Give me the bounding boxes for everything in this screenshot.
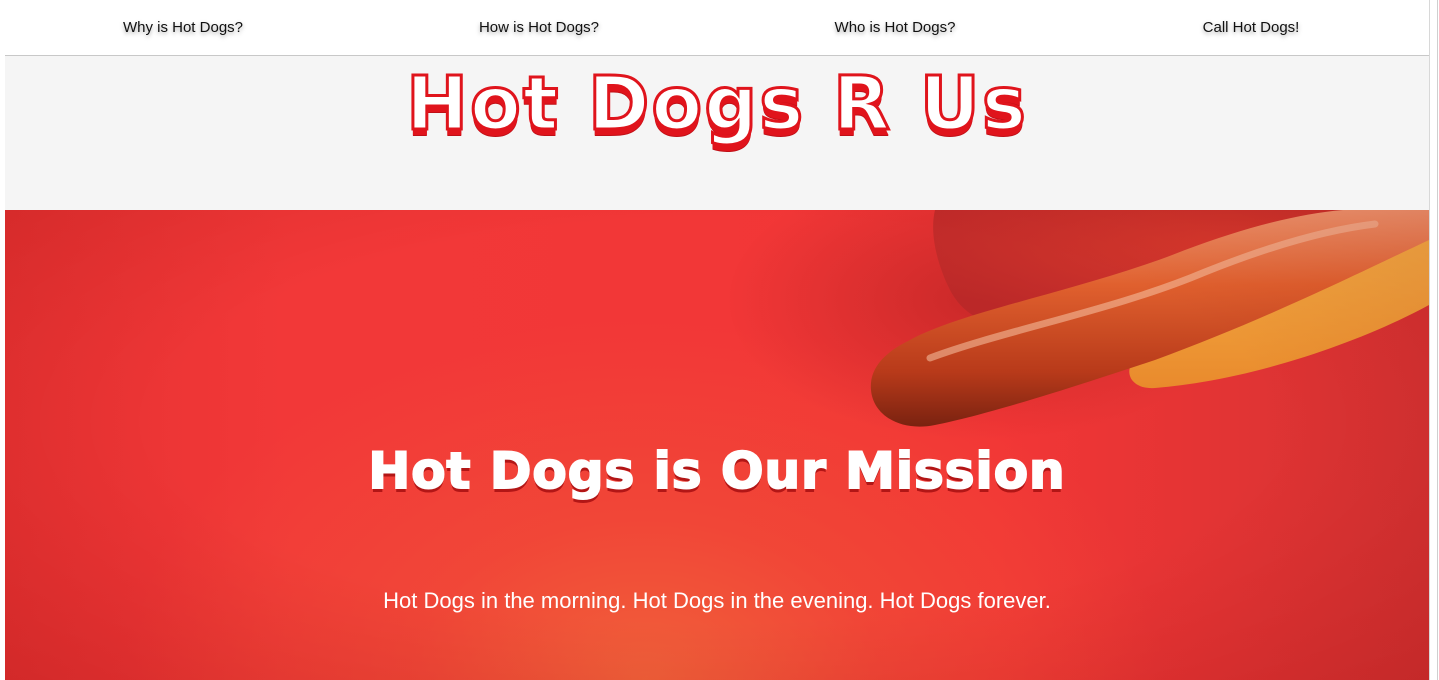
hero-subtext: Hot Dogs in the morning. Hot Dogs in the… — [383, 588, 1051, 613]
nav-link-how[interactable]: How is Hot Dogs? — [361, 0, 717, 55]
scrollbar-gutter[interactable] — [1429, 0, 1439, 680]
hero-section: Hot Dogs is Our Mission Hot Dogs in the … — [5, 210, 1429, 680]
hero-heading: Hot Dogs is Our Mission — [367, 441, 1066, 500]
site-title: Hot Dogs R Us — [405, 61, 1028, 147]
site-header: Hot Dogs R Us — [5, 56, 1429, 152]
page: Why is Hot Dogs? How is Hot Dogs? Who is… — [5, 0, 1429, 680]
nav-link-who[interactable]: Who is Hot Dogs? — [717, 0, 1073, 55]
scrollbar-edge — [1437, 0, 1438, 680]
top-nav: Why is Hot Dogs? How is Hot Dogs? Who is… — [5, 0, 1429, 56]
nav-link-why[interactable]: Why is Hot Dogs? — [5, 0, 361, 55]
nav-link-call[interactable]: Call Hot Dogs! — [1073, 0, 1429, 55]
